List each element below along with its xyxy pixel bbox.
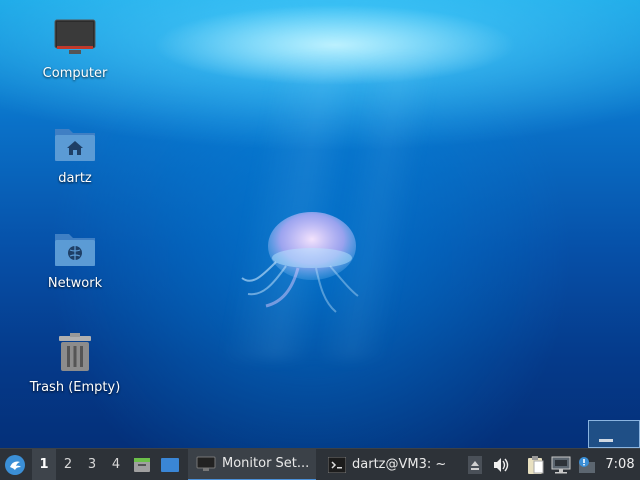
desktop-icon-label: Trash (Empty) [29,380,121,395]
desktop-icon-label: dartz [58,171,92,186]
network-wired-icon [551,456,571,473]
file-manager-icon [134,457,150,472]
workspace-1[interactable]: 1 [32,448,56,480]
task-label: Monitor Set... [222,456,310,471]
trash-icon [53,330,97,374]
desktop-icon [161,457,179,472]
home-folder-icon [53,121,97,165]
clock[interactable]: 7:08 [600,457,640,472]
computer-icon [53,16,97,60]
workspace-4[interactable]: 4 [104,449,128,480]
notification-info-icon [579,456,595,473]
tray-notification[interactable] [574,449,600,480]
workspace-2[interactable]: 2 [56,449,80,480]
terminal-icon [328,456,346,473]
taskbar: 1 2 3 4 Monitor Set... dartz@VM3: ~ 7:08 [0,448,640,480]
app-menu-logo-icon [5,454,25,475]
start-menu-button[interactable] [0,449,30,480]
desktop-icon-label: Network [47,276,103,291]
tray-network[interactable] [548,449,574,480]
volume-icon [494,457,509,472]
task-monitor-settings[interactable]: Monitor Set... [188,448,316,480]
jellyfish-wallpaper-art [241,212,359,313]
tray-eject[interactable] [462,449,488,480]
monitor-icon [196,456,216,472]
desktop-icon-network[interactable]: Network [20,226,130,316]
tray-clipboard[interactable] [522,449,548,480]
show-desktop-launcher[interactable] [128,449,156,480]
workspace-3[interactable]: 3 [80,449,104,480]
desktop-icon-home-folder[interactable]: dartz [20,121,130,211]
desktop-icon-computer[interactable]: Computer [20,16,130,106]
tray-volume[interactable] [488,449,514,480]
network-folder-icon [53,226,97,270]
task-label: dartz@VM3: ~ [352,457,447,472]
desktop-icon-trash[interactable]: Trash (Empty) [20,330,130,420]
desktop-switch-launcher[interactable] [156,449,184,480]
window-preview-thumbnail[interactable] [588,420,640,448]
eject-icon [468,455,482,474]
clipboard-icon [528,455,544,474]
desktop-icon-label: Computer [42,66,108,81]
task-terminal[interactable]: dartz@VM3: ~ [320,449,452,480]
